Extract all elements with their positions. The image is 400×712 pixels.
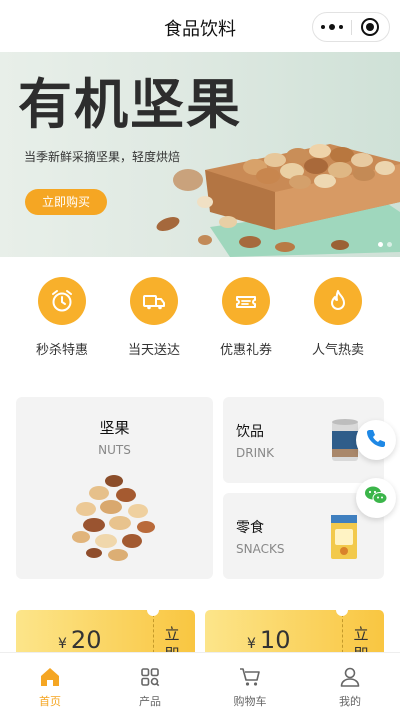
nuts-image	[72, 475, 155, 561]
close-icon[interactable]	[361, 18, 379, 36]
coupon-value: 20	[70, 626, 102, 654]
feature-label: 秒杀特惠	[35, 343, 88, 358]
coupon-value: 10	[259, 626, 291, 654]
banner-subtitle: 当季新鲜采摘坚果，轻度烘焙	[24, 150, 181, 164]
tab-profile[interactable]: 我的	[300, 653, 400, 712]
promo-banner[interactable]: 有机坚果 当季新鲜采摘坚果，轻度烘焙 立即购买	[0, 52, 400, 257]
tab-products[interactable]: 产品	[100, 653, 200, 712]
grid-icon	[100, 665, 200, 691]
phone-icon	[365, 427, 387, 453]
category-title: 饮品	[236, 424, 264, 440]
category-title: 零食	[236, 520, 264, 536]
buy-now-button[interactable]: 立即购买	[25, 189, 107, 215]
category-nuts[interactable]: 坚果 NUTS	[16, 397, 213, 579]
snack-bag-image	[331, 515, 357, 559]
phone-button[interactable]	[356, 420, 396, 460]
currency-symbol: ¥	[247, 636, 256, 652]
wechat-button[interactable]	[356, 478, 396, 518]
feature-same-day[interactable]: 当天送达	[108, 257, 200, 379]
mini-program-capsule	[312, 12, 390, 42]
tab-label: 购物车	[233, 695, 267, 708]
ticket-icon	[222, 277, 270, 325]
tab-label: 首页	[39, 695, 61, 708]
feature-shortcuts: 秒杀特惠 当天送达 优惠礼券 人气热卖	[0, 257, 400, 379]
coupon-card[interactable]: ¥20 立即	[16, 610, 195, 658]
tab-cart[interactable]: 购物车	[200, 653, 300, 712]
home-icon	[0, 665, 100, 691]
feature-label: 当天送达	[127, 343, 180, 358]
tab-home[interactable]: 首页	[0, 653, 100, 712]
category-subtitle: SNACKS	[236, 542, 285, 556]
bottom-tab-bar: 首页 产品 购物车 我的	[0, 652, 400, 712]
feature-coupons[interactable]: 优惠礼券	[200, 257, 292, 379]
category-subtitle: NUTS	[98, 443, 131, 457]
more-icon[interactable]	[313, 13, 351, 41]
coupon-amount: ¥10	[247, 626, 290, 654]
tab-label: 产品	[139, 695, 161, 708]
coupon-amount: ¥20	[58, 626, 101, 654]
cart-icon	[200, 665, 300, 691]
banner-headline: 有机坚果	[18, 73, 242, 136]
feature-label: 优惠礼券	[219, 343, 272, 358]
feature-flash-sale[interactable]: 秒杀特惠	[16, 257, 108, 379]
flame-icon	[314, 277, 362, 325]
truck-icon	[130, 277, 178, 325]
wechat-icon	[364, 485, 388, 511]
feature-label: 人气热卖	[311, 343, 364, 358]
coupon-card[interactable]: ¥10 立即	[205, 610, 384, 658]
coupon-notch	[336, 610, 348, 616]
tab-label: 我的	[339, 695, 361, 708]
alarm-clock-icon	[38, 277, 86, 325]
category-title: 坚果	[99, 419, 130, 437]
title-bar: 食品饮料	[0, 0, 400, 52]
coupon-notch	[147, 610, 159, 616]
carousel-indicator	[374, 242, 392, 247]
feature-hot-sale[interactable]: 人气热卖	[292, 257, 384, 379]
user-icon	[300, 665, 400, 691]
capsule-divider	[351, 20, 352, 35]
currency-symbol: ¥	[58, 636, 67, 652]
category-subtitle: DRINK	[236, 446, 274, 460]
